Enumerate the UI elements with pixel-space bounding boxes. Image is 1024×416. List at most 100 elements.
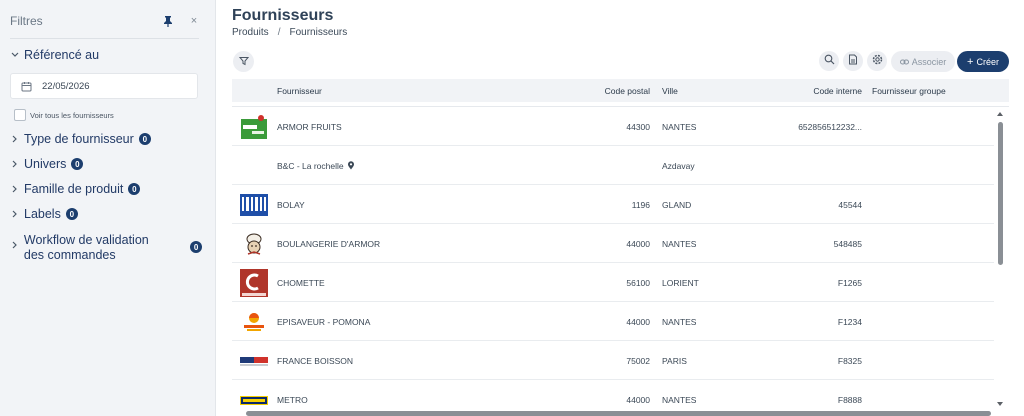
search-button[interactable] [819,51,839,71]
postal-code: 44300 [626,122,650,132]
section-labels[interactable]: Labels 0 [10,207,78,221]
count-badge: 0 [138,133,151,145]
city: NANTES [662,122,697,132]
chevron-right-icon [10,209,20,219]
column-postal-code[interactable]: Code postal [572,86,650,96]
supplier-name: METRO [277,395,308,405]
boulangerie-logo [240,230,268,258]
pin-icon[interactable] [161,14,175,28]
vertical-scrollbar[interactable] [993,106,1007,410]
divider [10,38,199,39]
reference-date-input[interactable]: 22/05/2026 [10,73,198,99]
internal-code: 652856512232... [798,122,862,132]
table-row[interactable]: B&C - La rochelle Azdavay [232,146,994,185]
supplier-name: ARMOR FRUITS [277,122,342,132]
supplier-name: EPISAVEUR - POMONA [277,317,371,327]
plus-icon: + [967,55,974,68]
filter-icon [238,53,249,71]
postal-code: 56100 [626,278,650,288]
chomette-logo [240,269,268,297]
create-button[interactable]: + Créer [957,51,1009,72]
section-label: Labels [24,207,61,221]
supplier-name: CHOMETTE [277,278,325,288]
create-label: Créer [976,56,999,67]
supplier-name: B&C - La rochelle [277,161,344,171]
breadcrumb-products[interactable]: Produits [232,27,269,38]
table-row[interactable]: BOULANGERIE D'ARMOR 44000 NANTES 548485 [232,224,994,263]
postal-code: 75002 [626,356,650,366]
column-supplier[interactable]: Fournisseur [277,86,322,96]
breadcrumb-suppliers: Fournisseurs [289,27,348,38]
postal-code: 44000 [626,317,650,327]
city: NANTES [662,239,697,249]
scrollbar-thumb[interactable] [998,122,1003,265]
internal-code: F8325 [837,356,862,366]
filters-panel: Filtres × Référencé au 22/05/2026 Voir t… [0,0,216,416]
suppliers-table: ARMOR FRUITS 44300 NANTES 652856512232..… [232,106,1009,416]
page-title: Fournisseurs [232,7,334,24]
internal-code: 45544 [838,200,862,210]
metro-logo [240,386,268,414]
internal-code: F1234 [837,317,862,327]
episaveur-logo [240,308,268,336]
show-all-label: Voir tous les fournisseurs [30,110,114,120]
show-all-checkbox[interactable] [14,109,26,121]
supplier-name: BOULANGERIE D'ARMOR [277,239,381,249]
table-row[interactable]: ARMOR FRUITS 44300 NANTES 652856512232..… [232,107,994,146]
supplier-name: BOLAY [277,200,305,210]
breadcrumb: Produits / Fournisseurs [232,27,347,38]
internal-code: 548485 [833,239,862,249]
table-row[interactable]: BOLAY 1196 GLAND 45544 [232,185,994,224]
close-panel-icon[interactable]: × [189,15,199,27]
count-badge: 0 [128,183,141,195]
scroll-up-arrow[interactable] [997,112,1003,116]
section-referenced[interactable]: Référencé au [10,48,99,62]
table-row[interactable]: CHOMETTE 56100 LORIENT F1265 [232,263,994,302]
table-header: Fournisseur Code postal Ville Code inter… [232,79,1009,102]
settings-button[interactable] [867,51,887,71]
section-product-family[interactable]: Famille de produit 0 [10,182,141,196]
export-button[interactable] [843,51,863,71]
table-row[interactable]: FRANCE BOISSON 75002 PARIS F8325 [232,341,994,380]
chevron-down-icon [10,50,20,60]
section-supplier-type[interactable]: Type de fournisseur 0 [10,132,151,146]
count-badge: 0 [65,208,78,220]
city: GLAND [662,200,692,210]
section-label: Famille de produit [24,182,124,196]
armor-fruits-logo [240,113,268,141]
bolay-logo [240,191,268,219]
document-export-icon [848,52,858,70]
calendar-icon [21,81,32,92]
associate-button[interactable]: Associer [891,51,955,72]
chevron-right-icon [10,240,20,250]
column-city[interactable]: Ville [662,86,678,96]
chevron-right-icon [10,159,20,169]
column-internal-code[interactable]: Code interne [772,86,862,96]
section-label: Univers [24,157,67,171]
internal-code: F1265 [837,278,862,288]
gear-icon [872,52,883,70]
date-value: 22/05/2026 [42,80,90,92]
postal-code: 1196 [631,200,650,210]
postal-code: 44000 [626,239,650,249]
city: NANTES [662,395,697,405]
section-universe[interactable]: Univers 0 [10,157,84,171]
scroll-down-arrow[interactable] [997,402,1003,406]
section-order-workflow[interactable]: Workflow de validation des commandes 0 [10,233,202,263]
table-row[interactable]: EPISAVEUR - POMONA 44000 NANTES F1234 [232,302,994,341]
section-label: Référencé au [24,48,100,62]
chevron-right-icon [10,134,20,144]
count-badge: 0 [71,158,84,170]
horizontal-scrollbar[interactable] [246,411,991,416]
show-all-suppliers-option[interactable]: Voir tous les fournisseurs [14,109,114,121]
section-label: Workflow de validation des commandes [23,233,149,262]
city: Azdavay [662,161,695,171]
location-pin-icon [347,161,355,170]
postal-code: 44000 [626,395,650,405]
supplier-name: FRANCE BOISSON [277,356,354,366]
column-supplier-group[interactable]: Fournisseur groupe [872,86,946,96]
filter-button[interactable] [233,51,254,72]
france-boisson-logo [240,347,268,375]
internal-code: F8888 [837,395,862,405]
main-content: Fournisseurs Produits / Fournisseurs Ass… [216,0,1024,416]
